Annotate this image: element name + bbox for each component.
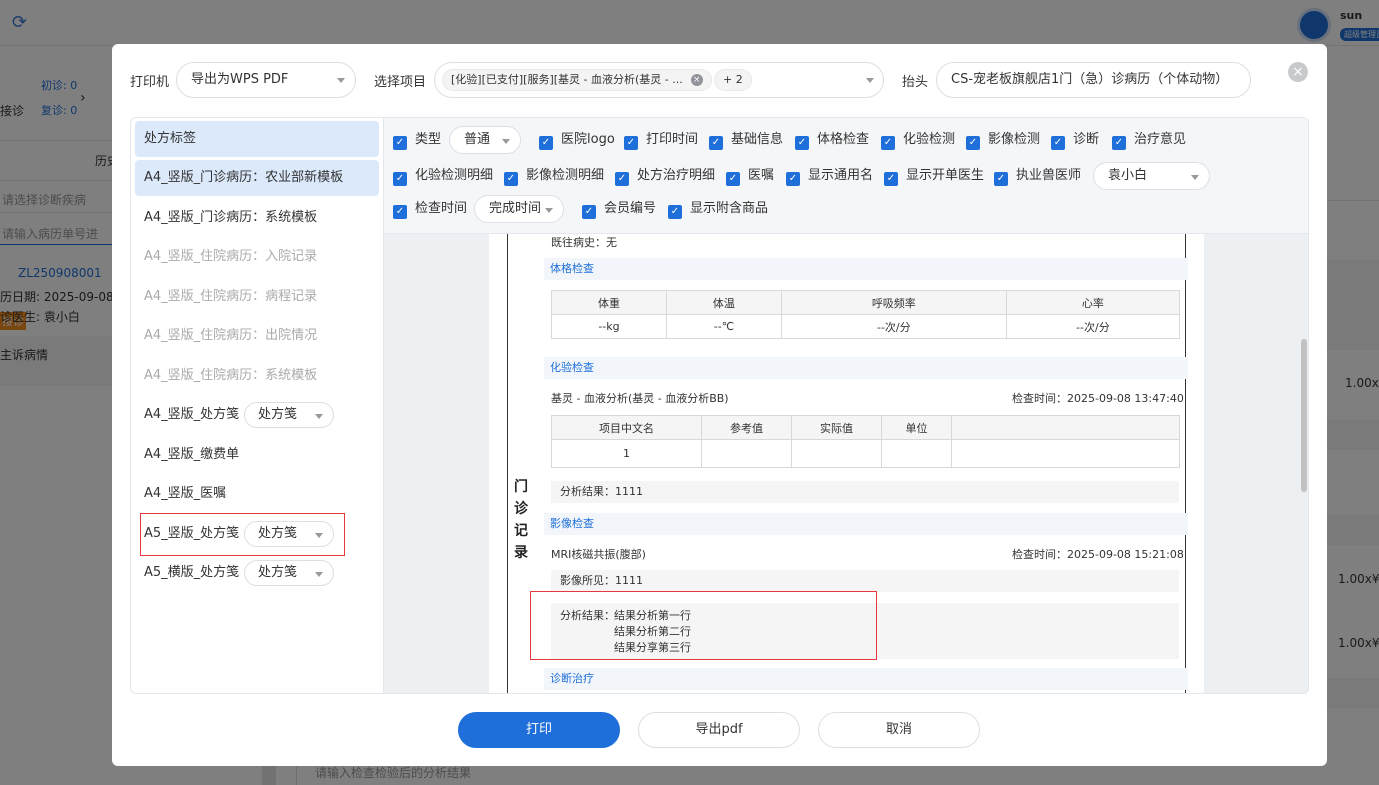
cancel-button[interactable]: 取消 — [818, 712, 980, 748]
checkbox-icon[interactable]: ✓ — [881, 136, 895, 150]
checkbox-icon[interactable]: ✓ — [726, 172, 740, 186]
checkbox-icon[interactable]: ✓ — [539, 136, 553, 150]
checkbox-icon[interactable]: ✓ — [668, 205, 682, 219]
template-item-a4-inpatient-discharge: A4_竖版_住院病历：出院情况 — [144, 328, 318, 343]
checkbox-icon[interactable]: ✓ — [393, 136, 407, 150]
imaging-item-name: MRI核磁共振(腹部) — [551, 548, 646, 561]
analysis-line: 结果分析第一行 — [614, 609, 691, 622]
imaging-finding: 影像所见：1111 — [551, 570, 1179, 592]
diagnosis-section-title: 诊断治疗 — [544, 668, 1188, 690]
export-pdf-button[interactable]: 导出pdf — [638, 712, 800, 748]
rx-detail-option[interactable]: ✓ 处方治疗明细 — [615, 168, 715, 186]
print-dialog: × 打印机 导出为WPS PDF 选择项目 [化验][已支付][服务][基灵 -… — [112, 44, 1327, 766]
diagnosis-option[interactable]: ✓ 诊断 — [1051, 132, 1099, 150]
lab-result: 分析结果：1111 — [551, 481, 1179, 503]
printer-label: 打印机 — [130, 75, 170, 90]
type-select[interactable]: 普通 — [449, 126, 521, 154]
lab-table: 项目中文名 参考值 实际值 单位 1 — [551, 415, 1180, 468]
type-option[interactable]: ✓ 类型 — [393, 132, 441, 150]
preview-paper: 门 诊 记 录 既往病史：无 体格检查 体重 体温 呼吸频率 心率 --kg --℃ --… — [489, 234, 1204, 693]
imaging-option[interactable]: ✓ 影像检测 — [966, 132, 1040, 150]
template-list: 处方标签 A4_竖版_门诊病历：农业部新模板 A4_竖版_门诊病历：系统模板 A… — [130, 117, 383, 694]
analysis-line: 结果分析第二行 — [614, 625, 691, 638]
attached-goods-option[interactable]: ✓ 显示附含商品 — [668, 201, 768, 219]
checkbox-icon[interactable]: ✓ — [615, 172, 629, 186]
imaging-analysis: 分析结果： 结果分析第一行 结果分析第二行 结果分享第三行 — [551, 603, 1179, 659]
imaging-detail-option[interactable]: ✓ 影像检测明细 — [504, 168, 604, 186]
items-tag[interactable]: [化验][已支付][服务][基灵 - 血液分析(基灵 - ... × — [442, 69, 712, 91]
analysis-line: 结果分享第三行 — [614, 641, 691, 654]
template-item-a4-inpatient-progress: A4_竖版_住院病历：病程记录 — [144, 289, 318, 304]
checkbox-icon[interactable]: ✓ — [786, 172, 800, 186]
template-item-a4-orders[interactable]: A4_竖版_医嘱 — [135, 476, 379, 512]
heading-input[interactable]: CS-宠老板旗舰店1门（急）诊病历（个体动物） — [936, 62, 1251, 98]
print-options: ✓ 类型 普通 ✓ 医院logo ✓ 打印时间 ✓ 基础信息 ✓ 体格检查 ✓ 化验检测 ✓… — [383, 117, 1309, 234]
lab-check-time: 检查时间：2025-09-08 13:47:40 — [1012, 392, 1184, 405]
template-item-a4-inpatient-admission: A4_竖版_住院病历：入院记录 — [144, 249, 318, 264]
chevron-down-icon — [315, 414, 323, 419]
chevron-down-icon — [315, 533, 323, 538]
check-time-select[interactable]: 完成时间 — [474, 195, 564, 223]
prescriber-option[interactable]: ✓ 显示开单医生 — [884, 168, 984, 186]
checkbox-icon[interactable]: ✓ — [1051, 136, 1065, 150]
vet-select[interactable]: 袁小白 — [1093, 162, 1210, 190]
checkbox-icon[interactable]: ✓ — [393, 205, 407, 219]
lab-test-option[interactable]: ✓ 化验检测 — [881, 132, 955, 150]
preview-scrollbar[interactable] — [1301, 339, 1307, 492]
checkbox-icon[interactable]: ✓ — [795, 136, 809, 150]
lab-detail-option[interactable]: ✓ 化验检测明细 — [393, 168, 493, 186]
checkbox-icon[interactable]: ✓ — [884, 172, 898, 186]
items-label: 选择项目 — [374, 75, 427, 90]
physical-table: 体重 体温 呼吸频率 心率 --kg --℃ --次/分 --次/分 — [551, 290, 1181, 339]
template-item-a4-inpatient-system: A4_竖版_住院病历：系统模板 — [144, 368, 318, 383]
treatment-option[interactable]: ✓ 治疗意见 — [1112, 132, 1186, 150]
chevron-down-icon — [545, 208, 553, 213]
template-item-a4-outpatient-agri[interactable]: A4_竖版_门诊病历：农业部新模板 — [135, 160, 379, 196]
a4-rx-type-select[interactable]: 处方笺 — [244, 402, 334, 428]
chevron-down-icon — [866, 78, 874, 83]
past-history: 既往病史：无 — [551, 236, 617, 249]
items-more-tag: + 2 — [714, 69, 752, 91]
template-item-rx-label[interactable]: 处方标签 — [135, 121, 379, 157]
close-icon[interactable]: × — [1288, 62, 1308, 82]
checkbox-icon[interactable]: ✓ — [624, 136, 638, 150]
checkbox-icon[interactable]: ✓ — [994, 172, 1008, 186]
record-side-title: 门 诊 记 录 — [514, 479, 528, 561]
tag-close-icon[interactable]: × — [690, 74, 703, 86]
vet-option[interactable]: ✓ 执业兽医师 — [994, 168, 1081, 186]
printer-select[interactable]: 导出为WPS PDF — [176, 62, 356, 98]
template-item-a4-payment[interactable]: A4_竖版_缴费单 — [135, 437, 379, 473]
chevron-down-icon — [1191, 175, 1199, 180]
imaging-check-time: 检查时间：2025-09-08 15:21:08 — [1012, 548, 1184, 561]
lab-section-title: 化验检查 — [544, 357, 1188, 379]
checkbox-icon[interactable]: ✓ — [709, 136, 723, 150]
checkbox-icon[interactable]: ✓ — [1112, 136, 1126, 150]
heading-label: 抬头 — [902, 75, 929, 90]
checkbox-icon[interactable]: ✓ — [966, 136, 980, 150]
print-time-option[interactable]: ✓ 打印时间 — [624, 132, 698, 150]
lab-item-name: 基灵 - 血液分析(基灵 - 血液分析BB) — [551, 392, 729, 405]
items-select[interactable]: [化验][已支付][服务][基灵 - 血液分析(基灵 - ... × + 2 — [434, 62, 884, 98]
template-item-a4-outpatient-system[interactable]: A4_竖版_门诊病历：系统模板 — [135, 200, 379, 236]
orders-option[interactable]: ✓ 医嘱 — [726, 168, 774, 186]
physical-exam-option[interactable]: ✓ 体格检查 — [795, 132, 869, 150]
print-button[interactable]: 打印 — [458, 712, 620, 748]
checkbox-icon[interactable]: ✓ — [582, 205, 596, 219]
checkbox-icon[interactable]: ✓ — [393, 172, 407, 186]
chevron-down-icon — [337, 78, 345, 83]
physical-section-title: 体格检查 — [544, 258, 1188, 280]
chevron-down-icon — [315, 572, 323, 577]
generic-name-option[interactable]: ✓ 显示通用名 — [786, 168, 873, 186]
hospital-logo-option[interactable]: ✓ 医院logo — [539, 132, 615, 150]
basic-info-option[interactable]: ✓ 基础信息 — [709, 132, 783, 150]
chevron-down-icon — [502, 139, 510, 144]
imaging-section-title: 影像检查 — [544, 513, 1188, 535]
check-time-option[interactable]: ✓ 检查时间 — [393, 201, 467, 219]
member-no-option[interactable]: ✓ 会员编号 — [582, 201, 656, 219]
a5-portrait-rx-type-select[interactable]: 处方笺 — [244, 521, 334, 547]
print-preview[interactable]: 门 诊 记 录 既往病史：无 体格检查 体重 体温 呼吸频率 心率 --kg --℃ --… — [383, 234, 1309, 694]
checkbox-icon[interactable]: ✓ — [504, 172, 518, 186]
a5-landscape-rx-type-select[interactable]: 处方笺 — [244, 560, 334, 586]
